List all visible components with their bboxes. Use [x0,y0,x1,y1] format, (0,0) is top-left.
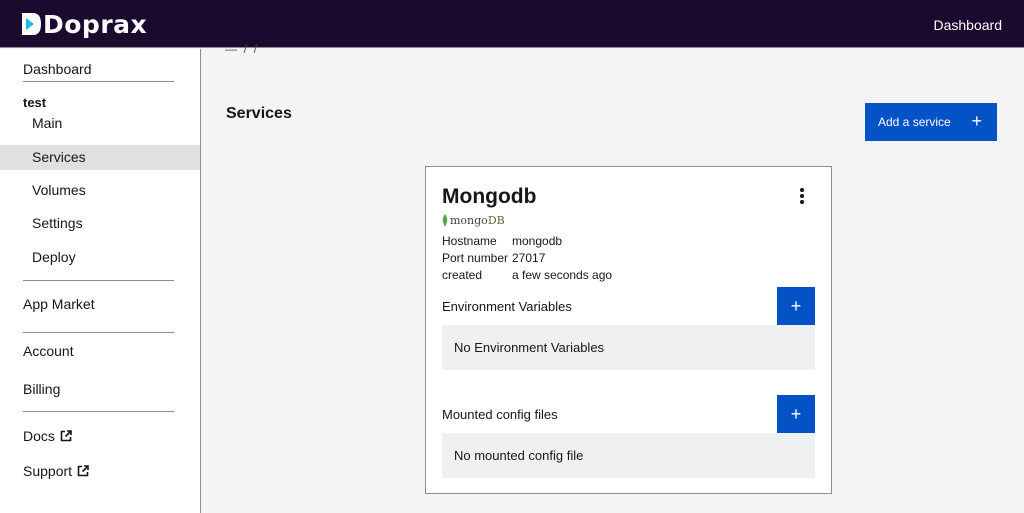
env-vars-title: Environment Variables [442,299,572,314]
sidebar-divider [23,81,174,82]
config-files-empty-state: No mounted config file [442,433,815,478]
info-value: a few seconds ago [512,268,613,282]
plus-icon: + [790,404,802,424]
sidebar-divider [23,332,174,333]
plus-icon: + [971,111,982,131]
sidebar-item-support-label: Support [23,463,73,479]
info-row-port: Port number 27017 [442,251,545,265]
add-env-var-button[interactable]: + [777,287,815,325]
sidebar-item-main[interactable]: Main [0,111,200,136]
sidebar-divider [23,411,174,412]
sidebar-item-docs[interactable]: Docs [23,428,72,444]
mongodb-logo-text: mongo [450,214,488,227]
info-label: Port number [442,251,509,265]
add-service-label: Add a service [878,115,951,129]
mongodb-leaf-icon [442,214,448,227]
sidebar: Dashboard test Main Services Volumes Set… [0,49,201,513]
sidebar-divider [23,280,174,281]
sidebar-item-support[interactable]: Support [23,463,89,479]
sidebar-item-app-market[interactable]: App Market [23,296,95,312]
sidebar-item-dashboard[interactable]: Dashboard [23,61,92,77]
config-files-title: Mounted config files [442,407,558,422]
top-dashboard-link[interactable]: Dashboard [934,17,1003,33]
sidebar-project-name: test [23,95,47,110]
external-link-icon [60,430,72,442]
info-row-created: created a few seconds ago [442,268,612,282]
env-vars-empty-state: No Environment Variables [442,325,815,370]
info-value: mongodb [512,234,563,248]
info-label: Hostname [442,234,497,248]
mongodb-logo-suffix: DB [487,214,505,227]
service-name: Mongodb [442,185,537,208]
info-row-hostname: Hostname mongodb [442,234,562,248]
service-card: Mongodb mongoDB Hostname mongodb Port num… [425,166,832,494]
page-title: Services [226,105,292,122]
external-link-icon [77,465,89,477]
sidebar-item-docs-label: Docs [23,428,55,444]
sidebar-item-services[interactable]: Services [0,145,200,170]
brand-name: Doprax [43,9,148,39]
doprax-logo-icon [22,13,41,35]
sidebar-item-volumes[interactable]: Volumes [0,178,200,203]
sidebar-item-billing[interactable]: Billing [23,381,60,397]
overflow-menu-icon[interactable] [798,188,806,206]
plus-icon: + [790,296,802,316]
doprax-logo[interactable]: Doprax [20,9,147,39]
info-value: 27017 [512,251,546,265]
top-navbar: Doprax Dashboard [0,0,1024,48]
sidebar-item-settings[interactable]: Settings [0,211,200,236]
add-config-file-button[interactable]: + [777,395,815,433]
mongodb-logo: mongoDB [442,214,505,227]
sidebar-item-account[interactable]: Account [23,343,74,359]
info-label: created [442,268,483,282]
main-content: — / / Services Add a service + Mongodb m… [201,42,1024,513]
breadcrumb[interactable]: — / / [225,42,257,56]
sidebar-item-deploy[interactable]: Deploy [0,245,200,270]
add-service-button[interactable]: Add a service + [865,103,997,141]
